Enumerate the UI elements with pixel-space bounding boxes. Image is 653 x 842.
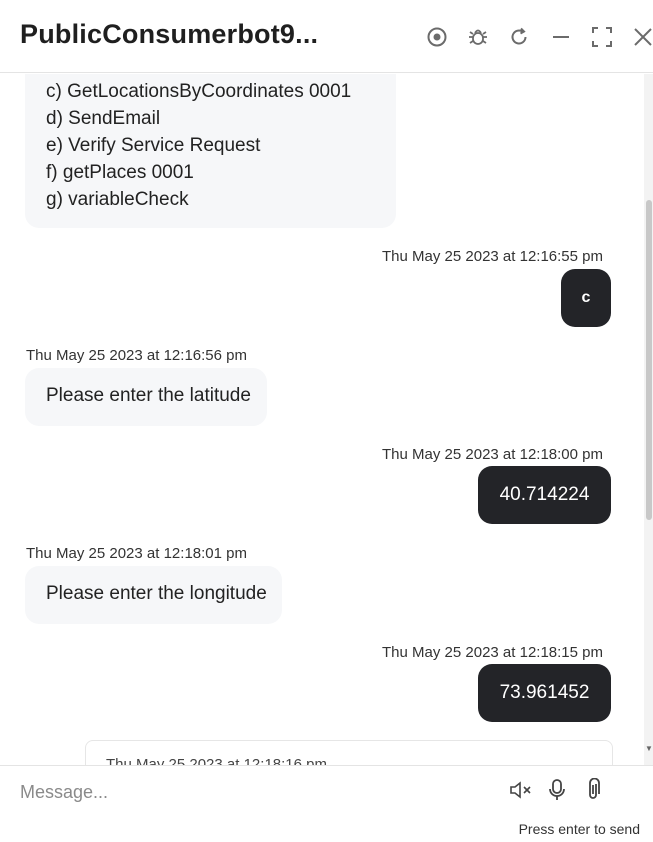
minimize-icon[interactable] xyxy=(548,24,574,50)
option-item[interactable]: d) SendEmail xyxy=(46,105,396,132)
scrollbar-thumb[interactable] xyxy=(646,200,652,520)
close-icon[interactable] xyxy=(630,24,653,50)
microphone-icon[interactable] xyxy=(545,778,569,802)
options-message: c) GetLocationsByCoordinates 0001 d) Sen… xyxy=(25,74,396,228)
message-timestamp: Thu May 25 2023 at 12:18:00 pm xyxy=(382,446,603,463)
bot-message: Please enter the longitude xyxy=(25,566,282,624)
message-composer: Press enter to send xyxy=(0,765,653,842)
message-timestamp: Thu May 25 2023 at 12:18:01 pm xyxy=(26,545,247,562)
record-icon[interactable] xyxy=(424,24,450,50)
mute-icon[interactable] xyxy=(509,778,533,802)
option-item[interactable]: c) GetLocationsByCoordinates 0001 xyxy=(46,78,396,105)
option-item[interactable]: f) getPlaces 0001 xyxy=(46,159,396,186)
attachment-icon[interactable] xyxy=(581,778,605,802)
message-timestamp: Thu May 25 2023 at 12:18:15 pm xyxy=(382,644,603,661)
user-message: 40.714224 xyxy=(478,466,611,524)
message-timestamp: Thu May 25 2023 at 12:16:56 pm xyxy=(26,347,247,364)
chat-title: PublicConsumerbot9... xyxy=(20,19,319,49)
chat-header: PublicConsumerbot9... xyxy=(0,0,653,73)
user-message: c xyxy=(561,269,611,327)
option-item[interactable]: e) Verify Service Request xyxy=(46,132,396,159)
refresh-icon[interactable] xyxy=(506,24,532,50)
message-input[interactable] xyxy=(20,780,480,804)
user-message: 73.961452 xyxy=(478,664,611,722)
bug-icon[interactable] xyxy=(465,24,491,50)
message-list[interactable]: c) GetLocationsByCoordinates 0001 d) Sen… xyxy=(0,74,643,765)
option-item[interactable]: g) variableCheck xyxy=(46,186,396,213)
send-hint: Press enter to send xyxy=(518,821,640,837)
bot-message: Please enter the latitude xyxy=(25,368,267,426)
message-timestamp: Thu May 25 2023 at 12:16:55 pm xyxy=(382,248,603,265)
scroll-down-icon[interactable]: ▼ xyxy=(645,744,653,753)
expand-icon[interactable] xyxy=(589,24,615,50)
